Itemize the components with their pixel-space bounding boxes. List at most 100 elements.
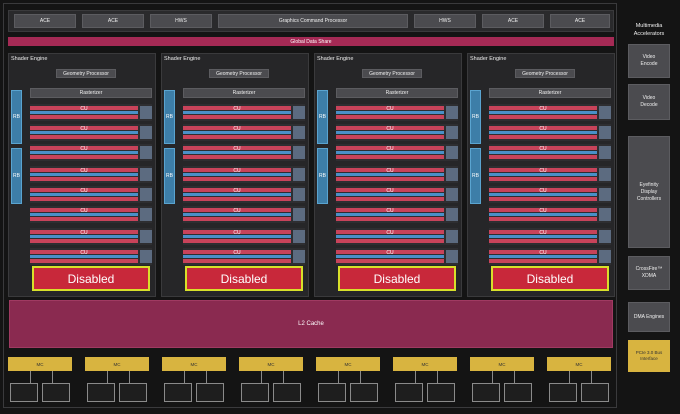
cu-label: CU <box>386 208 394 214</box>
cu-label: CU <box>233 208 241 214</box>
cu-label: CU <box>80 208 88 214</box>
cu-label: CU <box>80 250 88 256</box>
ace-block-1: ACE <box>14 14 76 28</box>
compute-unit: CU <box>183 186 305 203</box>
render-backend: RB <box>470 90 481 144</box>
cu-simd-red <box>489 177 597 181</box>
geometry-processor: Geometry Processor <box>362 69 422 78</box>
compute-unit: CU <box>183 124 305 141</box>
memory-chip <box>318 383 346 402</box>
cu-label: CU <box>386 250 394 256</box>
memory-chip <box>273 383 301 402</box>
cu-cache <box>599 126 611 139</box>
memory-chip <box>395 383 423 402</box>
render-backend: RB <box>470 148 481 204</box>
compute-unit: CU <box>30 186 152 203</box>
memory-controller: MC <box>316 357 380 371</box>
disabled-compute-units: Disabled <box>338 266 456 291</box>
disabled-compute-units: Disabled <box>185 266 303 291</box>
memory-chip <box>42 383 70 402</box>
cu-label: CU <box>233 146 241 152</box>
cu-simd-red <box>183 115 291 119</box>
compute-unit: CU <box>489 228 611 245</box>
cu-cache <box>140 146 152 159</box>
l2-cache: L2 Cache <box>9 300 613 348</box>
cu-simd-red <box>489 135 597 139</box>
cu-simd-red <box>489 239 597 243</box>
shader-engine-title: Shader Engine <box>317 56 354 62</box>
cu-simd-red <box>30 177 138 181</box>
cu-cache <box>599 188 611 201</box>
mc-connector <box>492 371 493 383</box>
memory-controller: MC <box>85 357 149 371</box>
cu-label: CU <box>539 230 547 236</box>
compute-unit: CU <box>489 144 611 161</box>
memory-controller: MC <box>393 357 457 371</box>
cu-label: CU <box>386 230 394 236</box>
compute-unit: CU <box>489 186 611 203</box>
shader-engine-title: Shader Engine <box>164 56 201 62</box>
cu-label: CU <box>80 106 88 112</box>
mc-connector <box>52 371 53 383</box>
memory-chip <box>472 383 500 402</box>
cu-cache <box>446 208 458 221</box>
compute-unit: CU <box>336 166 458 183</box>
cu-label: CU <box>386 146 394 152</box>
cu-label: CU <box>233 188 241 194</box>
cu-label: CU <box>539 168 547 174</box>
cu-cache <box>140 188 152 201</box>
cu-simd-red <box>183 177 291 181</box>
pcie-bus-interface: PCIe 3.0 Bus Interface <box>628 340 670 372</box>
cu-simd-red <box>489 155 597 159</box>
crossfire-xdma-block: CrossFire™ XDMA <box>628 256 670 290</box>
disabled-compute-units: Disabled <box>32 266 150 291</box>
compute-unit: CU <box>30 248 152 265</box>
cu-simd-red <box>183 197 291 201</box>
compute-unit: CU <box>336 104 458 121</box>
cu-simd-red <box>336 259 444 263</box>
cu-simd-red <box>489 217 597 221</box>
compute-unit: CU <box>183 248 305 265</box>
cu-label: CU <box>80 168 88 174</box>
compute-unit: CU <box>489 206 611 223</box>
render-backend: RB <box>11 90 22 144</box>
memory-chip <box>10 383 38 402</box>
ace-block-4: ACE <box>550 14 610 28</box>
render-backend: RB <box>11 148 22 204</box>
mc-connector <box>283 371 284 383</box>
mc-connector <box>261 371 262 383</box>
geometry-processor: Geometry Processor <box>515 69 575 78</box>
cu-simd-red <box>336 115 444 119</box>
cu-label: CU <box>80 230 88 236</box>
cu-simd-red <box>336 135 444 139</box>
cu-simd-red <box>336 217 444 221</box>
cu-cache <box>140 230 152 243</box>
cu-simd-red <box>489 259 597 263</box>
compute-unit: CU <box>183 206 305 223</box>
compute-unit: CU <box>489 104 611 121</box>
memory-controller: MC <box>470 357 534 371</box>
cu-cache <box>446 250 458 263</box>
mc-connector <box>514 371 515 383</box>
cu-cache <box>140 126 152 139</box>
cu-simd-red <box>30 217 138 221</box>
global-data-share: Global Data Share <box>8 37 614 46</box>
cu-cache <box>599 208 611 221</box>
mc-connector <box>129 371 130 383</box>
compute-unit: CU <box>183 228 305 245</box>
cu-simd-red <box>30 239 138 243</box>
cu-cache <box>599 168 611 181</box>
cu-cache <box>293 250 305 263</box>
cu-cache <box>293 188 305 201</box>
cu-cache <box>446 146 458 159</box>
compute-unit: CU <box>336 206 458 223</box>
compute-unit: CU <box>489 248 611 265</box>
rasterizer: Rasterizer <box>30 88 152 98</box>
cu-label: CU <box>539 106 547 112</box>
cu-label: CU <box>233 250 241 256</box>
compute-unit: CU <box>489 124 611 141</box>
cu-label: CU <box>80 188 88 194</box>
cu-cache <box>140 168 152 181</box>
rasterizer: Rasterizer <box>183 88 305 98</box>
cu-simd-red <box>336 155 444 159</box>
